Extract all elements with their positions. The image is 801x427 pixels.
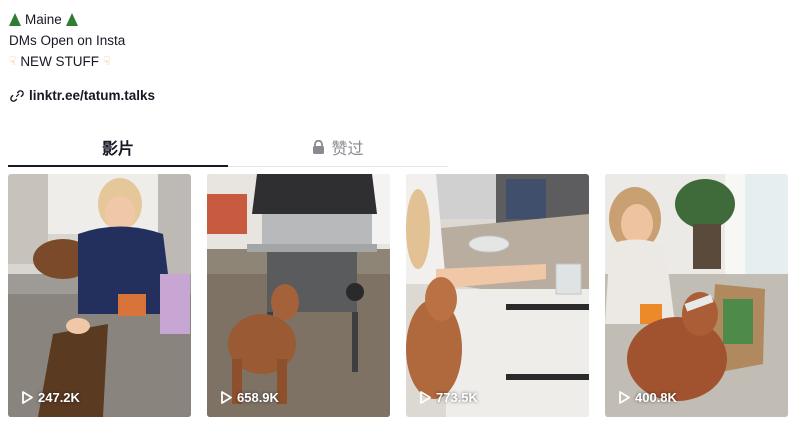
tab-liked[interactable]: 赞过 <box>228 128 448 166</box>
video-card[interactable]: 400.8K <box>605 174 788 417</box>
video-card[interactable]: 658.9K <box>207 174 390 417</box>
view-count: 773.5K <box>420 390 478 405</box>
video-thumbnail <box>8 174 191 417</box>
bio-dms-text: DMs Open on Insta <box>9 33 126 48</box>
tab-liked-label: 赞过 <box>331 139 364 158</box>
play-icon <box>619 391 630 404</box>
profile-bio: Maine DMs Open on Insta ☟ NEW STUFF ☟ <box>9 9 125 72</box>
bio-line-new-stuff: ☟ NEW STUFF ☟ <box>9 51 125 72</box>
bio-new-stuff-text: NEW STUFF <box>20 54 100 69</box>
bio-line-dms: DMs Open on Insta <box>9 30 125 51</box>
video-card[interactable]: 247.2K <box>8 174 191 417</box>
link-icon <box>10 89 24 102</box>
video-thumbnail <box>605 174 788 417</box>
play-icon <box>420 391 431 404</box>
view-count-text: 773.5K <box>436 390 478 405</box>
view-count-text: 247.2K <box>38 390 80 405</box>
view-count: 400.8K <box>619 390 677 405</box>
video-thumbnail <box>406 174 589 417</box>
video-thumbnail <box>207 174 390 417</box>
tab-videos-label: 影片 <box>101 139 134 158</box>
view-count: 658.9K <box>221 390 279 405</box>
pointing-down-hand-icon: ☟ <box>9 54 17 68</box>
video-grid: 247.2K 658.9K 773.5K 400.8K <box>8 174 788 417</box>
view-count-text: 400.8K <box>635 390 677 405</box>
video-card[interactable]: 773.5K <box>406 174 589 417</box>
profile-link-text: linktr.ee/tatum.talks <box>29 88 156 103</box>
evergreen-tree-icon <box>65 13 78 26</box>
view-count-text: 658.9K <box>237 390 279 405</box>
active-tab-indicator <box>8 165 228 167</box>
profile-link[interactable]: linktr.ee/tatum.talks <box>10 88 155 103</box>
play-icon <box>221 391 232 404</box>
view-count: 247.2K <box>22 390 80 405</box>
profile-tabs: 影片 赞过 <box>8 128 448 167</box>
lock-icon <box>313 140 325 154</box>
play-icon <box>22 391 33 404</box>
pointing-down-hand-icon: ☟ <box>103 54 111 68</box>
evergreen-tree-icon <box>9 13 21 26</box>
bio-location-text: Maine <box>25 12 62 27</box>
tab-videos[interactable]: 影片 <box>8 128 228 166</box>
bio-line-location: Maine <box>9 9 125 30</box>
